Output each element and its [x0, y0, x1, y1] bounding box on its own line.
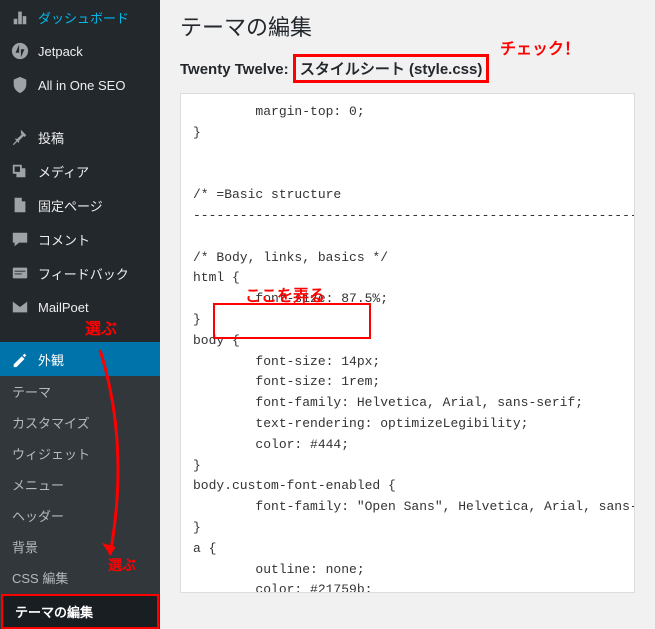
sidebar-item-jetpack[interactable]: Jetpack: [0, 34, 160, 68]
page-title: テーマの編集: [180, 10, 635, 42]
jetpack-icon: [10, 41, 30, 61]
submenu-item-header[interactable]: ヘッダー: [0, 500, 160, 531]
submenu-item-widgets[interactable]: ウィジェット: [0, 438, 160, 469]
sidebar-item-label: メディア: [38, 162, 89, 181]
submenu-item-background[interactable]: 背景: [0, 531, 160, 562]
sidebar-item-mailpoet[interactable]: MailPoet: [0, 290, 160, 324]
media-icon: [10, 161, 30, 181]
submenu-item-customize[interactable]: カスタマイズ: [0, 407, 160, 438]
sidebar-item-label: ダッシュボード: [38, 8, 129, 27]
appearance-icon: [10, 349, 30, 369]
mail-icon: [10, 297, 30, 317]
sidebar-item-media[interactable]: メディア: [0, 154, 160, 188]
page-icon: [10, 195, 30, 215]
admin-sidebar: ダッシュボード Jetpack All in One SEO 投稿 メディア 固…: [0, 0, 160, 600]
sidebar-item-posts[interactable]: 投稿: [0, 120, 160, 154]
sidebar-item-label: 投稿: [38, 128, 64, 147]
sidebar-item-comments[interactable]: コメント: [0, 222, 160, 256]
sidebar-item-pages[interactable]: 固定ページ: [0, 188, 160, 222]
main-content: テーマの編集 Twenty Twelve: スタイルシート (style.css…: [160, 0, 655, 600]
sidebar-item-dashboard[interactable]: ダッシュボード: [0, 0, 160, 34]
theme-heading: Twenty Twelve: スタイルシート (style.css): [180, 54, 635, 83]
sidebar-item-label: 外観: [38, 350, 64, 369]
appearance-submenu: テーマ カスタマイズ ウィジェット メニュー ヘッダー 背景 CSS 編集 テー…: [0, 376, 160, 629]
sidebar-item-label: 固定ページ: [38, 196, 103, 215]
submenu-item-theme-editor[interactable]: テーマの編集: [1, 594, 159, 629]
sidebar-item-label: コメント: [38, 230, 90, 249]
theme-name: Twenty Twelve:: [180, 61, 289, 78]
sidebar-item-label: All in One SEO: [38, 78, 125, 93]
sidebar-item-appearance[interactable]: 外観: [0, 342, 160, 376]
pin-icon: [10, 127, 30, 147]
submenu-item-menus[interactable]: メニュー: [0, 469, 160, 500]
submenu-item-themes[interactable]: テーマ: [0, 376, 160, 407]
sidebar-item-seo[interactable]: All in One SEO: [0, 68, 160, 102]
sidebar-item-label: Jetpack: [38, 44, 83, 59]
sidebar-item-feedback[interactable]: フィードバック: [0, 256, 160, 290]
sidebar-item-label: フィードバック: [38, 264, 129, 283]
shield-icon: [10, 75, 30, 95]
submenu-item-css-edit[interactable]: CSS 編集: [0, 562, 160, 593]
dashboard-icon: [10, 7, 30, 27]
code-editor-textarea[interactable]: margin-top: 0; } /* =Basic structure ---…: [180, 93, 635, 593]
feedback-icon: [10, 263, 30, 283]
sidebar-item-label: MailPoet: [38, 300, 89, 315]
comment-icon: [10, 229, 30, 249]
file-label: スタイルシート (style.css): [293, 54, 490, 83]
